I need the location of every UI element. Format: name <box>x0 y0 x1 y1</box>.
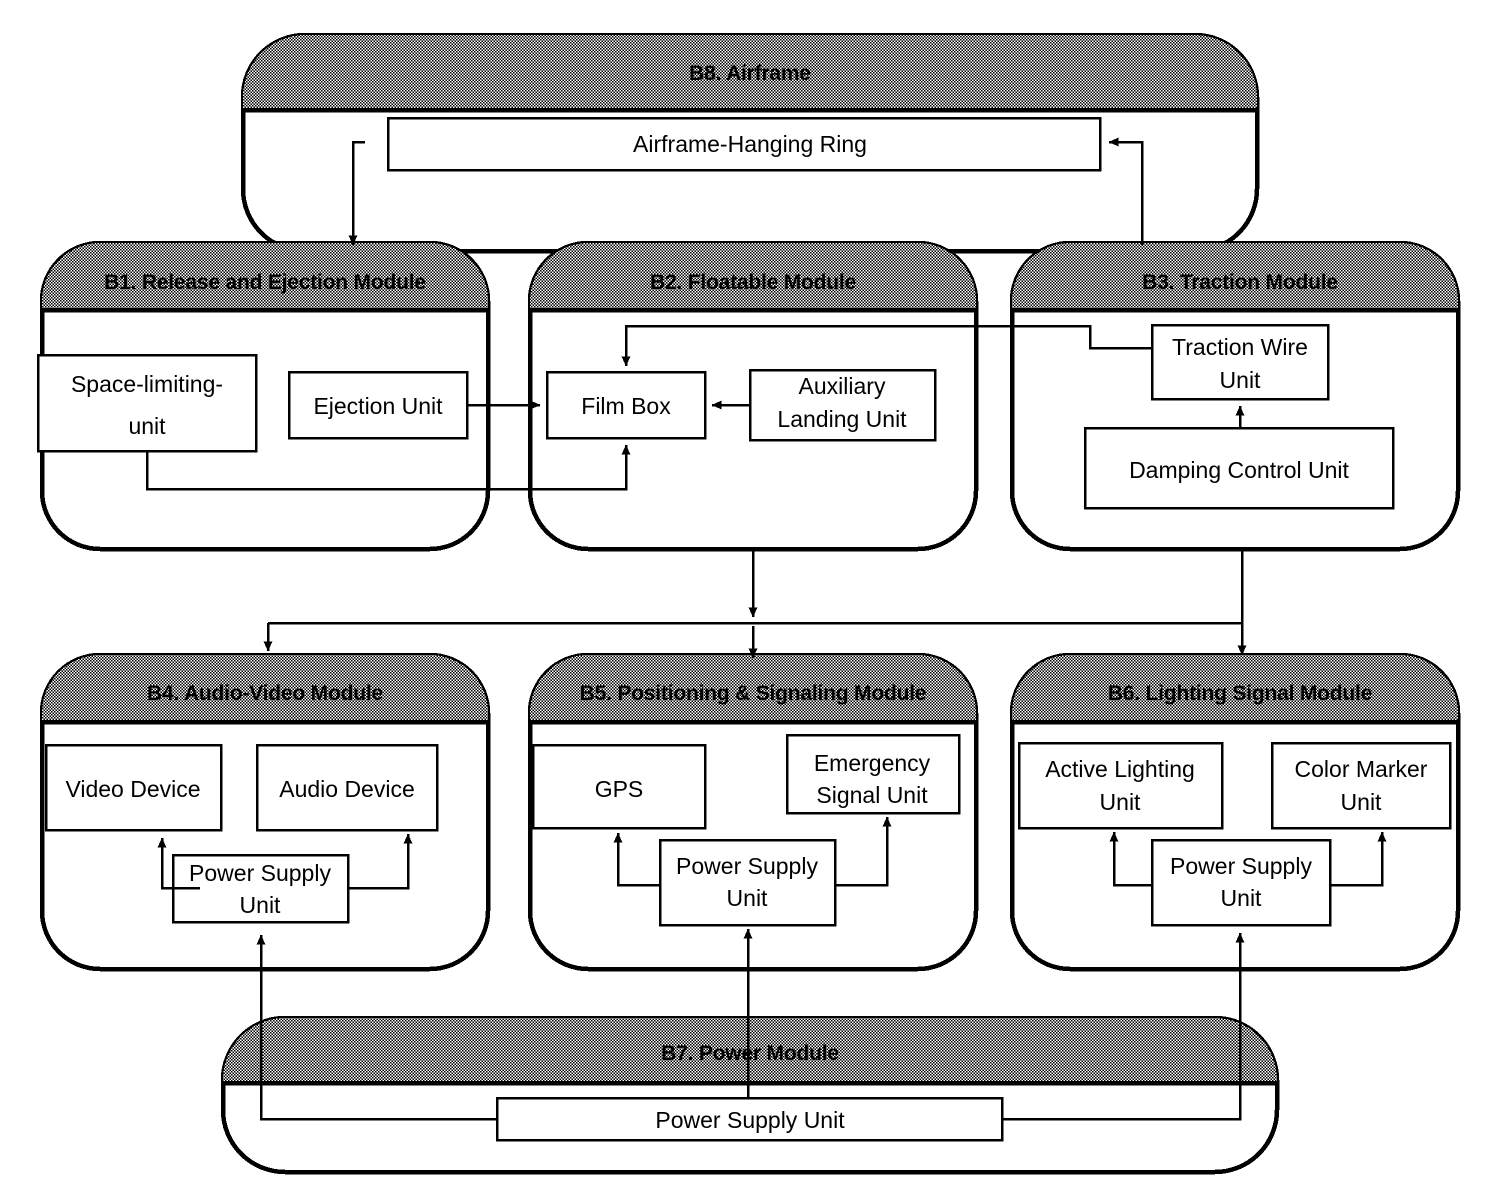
unit-label-color-marker-unit-l1: Color Marker <box>1295 756 1428 782</box>
unit-label-power-supply-unit-b4-l2: Unit <box>240 892 282 918</box>
unit-label-space-limiting-unit-l1: Space-limiting- <box>71 371 223 397</box>
unit-label-auxiliary-landing-unit-l1: Auxiliary <box>799 373 886 399</box>
unit-label-film-box: Film Box <box>581 393 671 419</box>
diagram-canvas: B8. Airframe Airframe-Hanging Ring B1. R… <box>0 0 1500 1199</box>
unit-label-airframe-hanging-ring: Airframe-Hanging Ring <box>633 131 867 157</box>
unit-label-power-supply-unit-b5-l1: Power Supply <box>676 853 818 879</box>
unit-label-gps: GPS <box>595 776 644 802</box>
unit-label-ejection-unit: Ejection Unit <box>313 393 443 419</box>
module-title-B2: B2. Floatable Module <box>650 271 856 294</box>
unit-label-power-supply-unit-b6-l2: Unit <box>1221 885 1263 911</box>
unit-label-video-device: Video Device <box>65 776 200 802</box>
unit-label-power-supply-unit-b6-l1: Power Supply <box>1170 853 1312 879</box>
unit-label-auxiliary-landing-unit-l2: Landing Unit <box>777 406 907 432</box>
unit-label-power-supply-unit-b5-l2: Unit <box>727 885 769 911</box>
unit-label-traction-wire-unit-l1: Traction Wire <box>1172 334 1308 360</box>
unit-label-traction-wire-unit-l2: Unit <box>1220 367 1262 393</box>
unit-label-damping-control-unit: Damping Control Unit <box>1129 457 1349 483</box>
unit-label-active-lighting-unit-l2: Unit <box>1100 789 1142 815</box>
unit-label-power-supply-unit-b7: Power Supply Unit <box>655 1107 845 1133</box>
unit-label-power-supply-unit-b4-l1: Power Supply <box>189 860 331 886</box>
unit-label-audio-device: Audio Device <box>279 776 415 802</box>
module-title-B7: B7. Power Module <box>661 1042 839 1065</box>
module-title-B3: B3. Traction Module <box>1142 271 1338 294</box>
unit-label-active-lighting-unit-l1: Active Lighting <box>1045 756 1195 782</box>
module-title-B5: B5. Positioning & Signaling Module <box>580 682 927 705</box>
unit-label-space-limiting-unit-l2: unit <box>128 413 166 439</box>
module-title-B6: B6. Lighting Signal Module <box>1108 682 1372 705</box>
module-title-B4: B4. Audio-Video Module <box>147 682 383 705</box>
unit-label-color-marker-unit-l2: Unit <box>1341 789 1383 815</box>
module-title-B8: B8. Airframe <box>689 62 811 85</box>
unit-label-emergency-signal-unit-l1: Emergency <box>814 750 931 776</box>
unit-label-emergency-signal-unit-l2: Signal Unit <box>816 782 928 808</box>
module-title-B1: B1. Release and Ejection Module <box>104 271 426 294</box>
